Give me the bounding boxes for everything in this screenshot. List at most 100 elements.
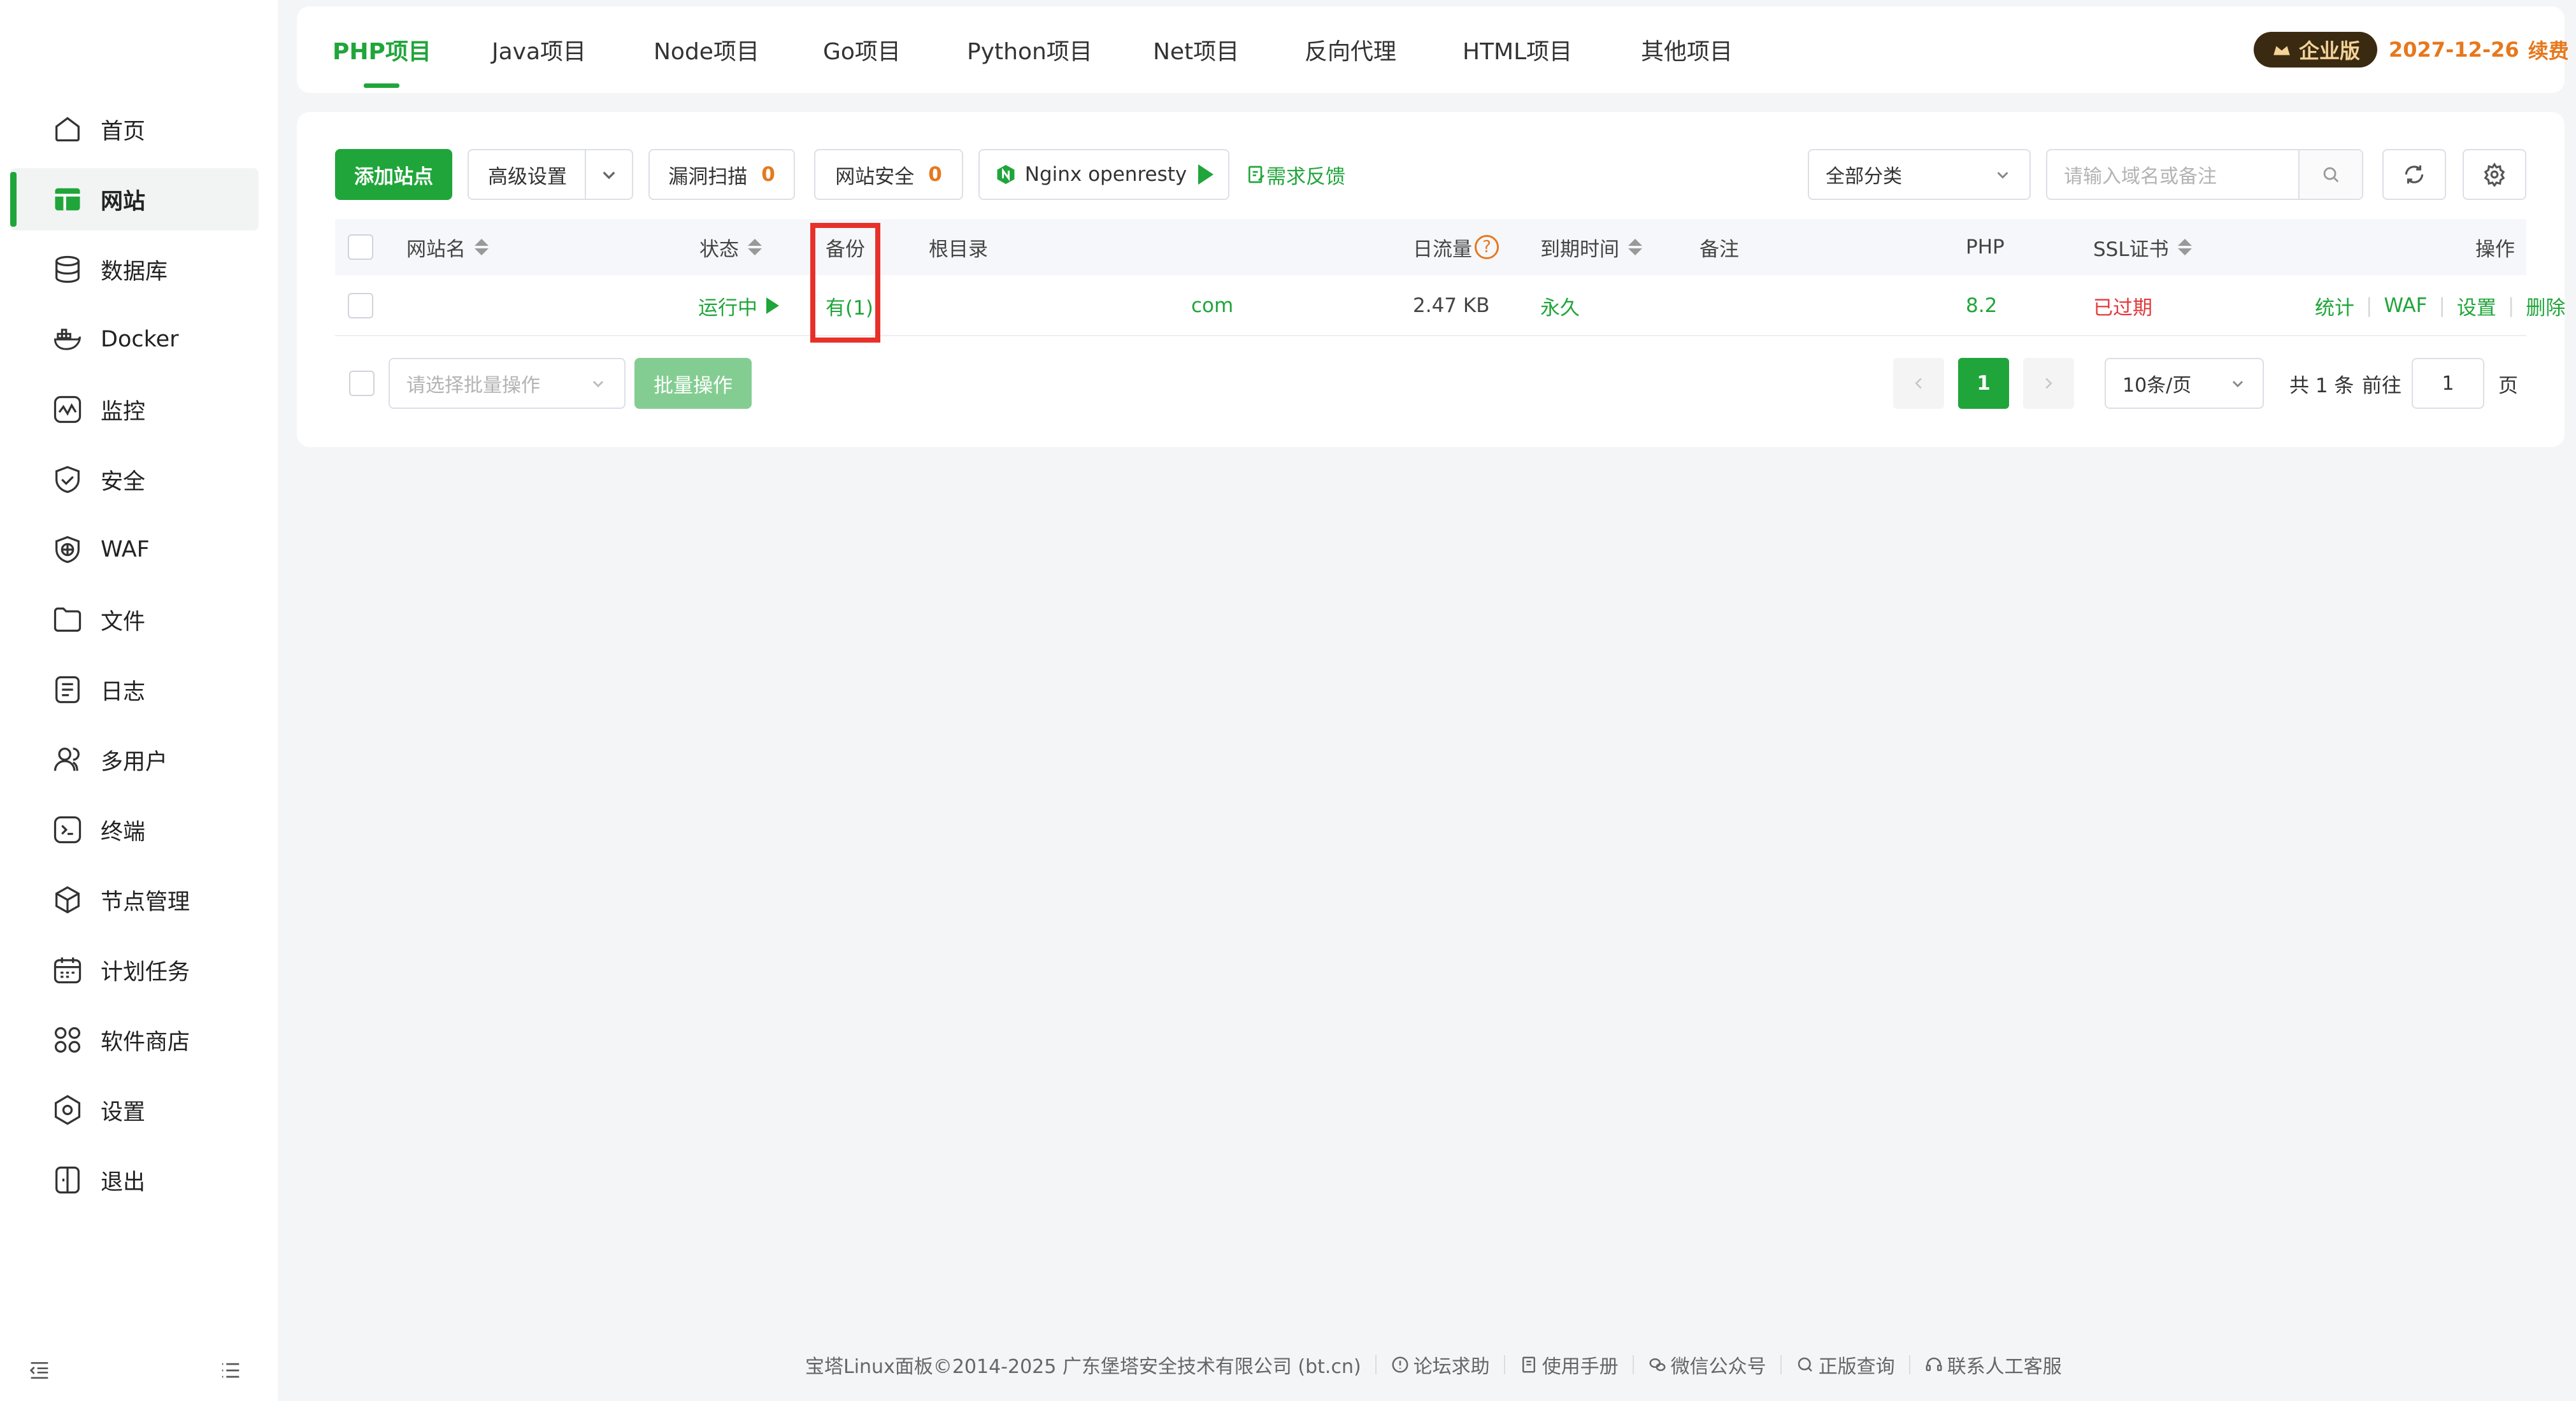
footer: 宝塔Linux面板©2014-2025 广东堡塔安全技术有限公司 (bt.cn)… <box>805 1349 2062 1381</box>
sidebar-item-security[interactable]: 安全 <box>10 448 259 511</box>
tab-other[interactable]: 其他项目 <box>1641 6 1733 93</box>
sidebar-item-cron[interactable]: 计划任务 <box>10 939 259 1001</box>
batch-select-checkbox[interactable] <box>349 371 375 396</box>
license-link[interactable]: 正版查询 <box>1796 1351 1895 1379</box>
php-version-cell[interactable]: 8.2 <box>1966 275 1997 336</box>
sidebar-item-users[interactable]: 多用户 <box>10 729 259 791</box>
col-ssl[interactable]: SSL证书 <box>2093 219 2192 275</box>
tab-net[interactable]: Net项目 <box>1153 6 1239 93</box>
prev-page-button[interactable] <box>1893 358 1944 409</box>
expire-cell[interactable]: 永久 <box>1540 275 1580 336</box>
status-cell[interactable]: 运行中 <box>698 275 779 336</box>
col-status-label: 状态 <box>699 238 739 261</box>
wechat-link[interactable]: 微信公众号 <box>1648 1351 1766 1379</box>
search-placeholder: 请输入域名或备注 <box>2064 166 2217 188</box>
vuln-scan-button[interactable]: 漏洞扫描 0 <box>648 149 795 200</box>
goto-page-input[interactable]: 1 <box>2412 358 2484 409</box>
search-input[interactable]: 请输入域名或备注 <box>2046 149 2363 200</box>
feedback-link[interactable]: 需求反馈 <box>1246 149 1345 200</box>
select-all-checkbox[interactable] <box>348 234 373 260</box>
manual-label: 使用手册 <box>1542 1356 1619 1378</box>
wechat-icon <box>1649 1358 1666 1371</box>
sidebar-item-label: 节点管理 <box>101 889 190 915</box>
tab-node[interactable]: Node项目 <box>654 6 759 93</box>
sidebar-item-website[interactable]: 网站 <box>10 168 259 231</box>
table-header: 网站名 状态 备份 根目录 日流量? 到期时间 备注 PHP SSL证书 操作 <box>335 219 2526 275</box>
tab-go[interactable]: Go项目 <box>823 6 901 93</box>
settings-button[interactable] <box>2463 149 2526 200</box>
next-page-button[interactable] <box>2023 358 2074 409</box>
divider <box>1632 1355 1634 1374</box>
total-count: 共 1 条 <box>2289 374 2354 397</box>
sidebar-item-label: Docker <box>101 327 179 352</box>
sidebar-item-label: 文件 <box>101 609 146 635</box>
sidebar-item-label: 首页 <box>101 118 146 145</box>
page-size-select[interactable]: 10条/页 <box>2105 358 2264 409</box>
sidebar-item-logs[interactable]: 日志 <box>10 658 259 721</box>
tab-php[interactable]: PHP项目 <box>333 6 431 93</box>
col-expire-label: 到期时间 <box>1540 238 1619 261</box>
chevron-down-icon <box>603 171 615 180</box>
sidebar-item-settings[interactable]: 设置 <box>10 1079 259 1141</box>
sidebar-item-terminal[interactable]: 终端 <box>10 799 259 861</box>
col-site-name[interactable]: 网站名 <box>406 219 489 275</box>
help-icon[interactable]: ? <box>1475 235 1499 259</box>
sidebar-item-database[interactable]: 数据库 <box>10 238 259 301</box>
sidebar-item-waf[interactable]: WAF <box>10 518 259 581</box>
chevron-down-icon <box>1997 171 2008 179</box>
divider <box>1908 1355 1910 1374</box>
page-size-value: 10条/页 <box>2122 374 2192 397</box>
sidebar-item-files[interactable]: 文件 <box>10 588 259 651</box>
sidebar-item-docker[interactable]: Docker <box>10 308 259 371</box>
row-checkbox[interactable] <box>348 293 373 318</box>
tab-java[interactable]: Java项目 <box>492 6 586 93</box>
add-site-button[interactable]: 添加站点 <box>335 149 452 200</box>
col-traffic-label: 日流量 <box>1413 238 1472 261</box>
search-button[interactable] <box>2298 150 2362 199</box>
settings-link[interactable]: 设置 <box>2457 292 2496 320</box>
sort-icon <box>475 239 489 255</box>
renew-link[interactable]: 续费 <box>2528 35 2569 64</box>
nginx-status-button[interactable]: Nginx openresty <box>978 149 1229 200</box>
sidebar-item-logout[interactable]: 退出 <box>10 1149 259 1211</box>
delete-link[interactable]: 删除 <box>2526 292 2565 320</box>
divider <box>1780 1355 1782 1374</box>
website-icon <box>50 181 85 217</box>
menu-list-icon[interactable] <box>217 1356 245 1384</box>
nginx-icon <box>997 165 1015 184</box>
refresh-button[interactable] <box>2382 149 2446 200</box>
refresh-icon <box>2405 165 2424 184</box>
tab-reverse-proxy[interactable]: 反向代理 <box>1305 6 1396 93</box>
site-security-button[interactable]: 网站安全 0 <box>814 149 963 200</box>
sidebar-item-nodes[interactable]: 节点管理 <box>10 869 259 931</box>
vuln-count: 0 <box>761 163 775 186</box>
col-expire[interactable]: 到期时间 <box>1540 219 1642 275</box>
project-tabs: PHP项目 Java项目 Node项目 Go项目 Python项目 Net项目 … <box>297 6 2565 93</box>
page-number-button[interactable]: 1 <box>1958 358 2009 409</box>
batch-action-button[interactable]: 批量操作 <box>634 358 752 409</box>
advanced-settings-button[interactable]: 高级设置 <box>468 149 633 200</box>
root-dir-cell[interactable]: com <box>1191 275 1233 336</box>
collapse-sidebar-icon[interactable] <box>25 1356 54 1384</box>
batch-action-select[interactable]: 请选择批量操作 <box>389 358 626 409</box>
tab-python[interactable]: Python项目 <box>967 6 1092 93</box>
sidebar: 首页 网站 数据库 Docker 监控 安全 WAF 文件 日志 多用户 终端 <box>0 0 278 1401</box>
database-icon <box>50 252 85 287</box>
manual-link[interactable]: 使用手册 <box>1519 1351 1619 1379</box>
col-status[interactable]: 状态 <box>699 219 762 275</box>
enterprise-badge[interactable]: 企业版 <box>2254 32 2377 68</box>
sidebar-item-monitor[interactable]: 监控 <box>10 378 259 441</box>
sidebar-item-home[interactable]: 首页 <box>10 98 259 160</box>
stats-link[interactable]: 统计 <box>2315 292 2354 320</box>
sidebar-item-store[interactable]: 软件商店 <box>10 1009 259 1071</box>
settings-icon <box>50 1092 85 1128</box>
category-select[interactable]: 全部分类 <box>1808 149 2031 200</box>
support-link[interactable]: 联系人工客服 <box>1924 1351 2062 1379</box>
tab-html[interactable]: HTML项目 <box>1463 6 1572 93</box>
site-security-label: 网站安全 <box>835 165 915 188</box>
waf-link[interactable]: WAF <box>2384 294 2427 317</box>
ssl-status-cell[interactable]: 已过期 <box>2093 275 2152 336</box>
sidebar-item-label: 多用户 <box>101 749 168 775</box>
forum-label: 论坛求助 <box>1413 1356 1490 1378</box>
forum-link[interactable]: 论坛求助 <box>1391 1351 1490 1379</box>
